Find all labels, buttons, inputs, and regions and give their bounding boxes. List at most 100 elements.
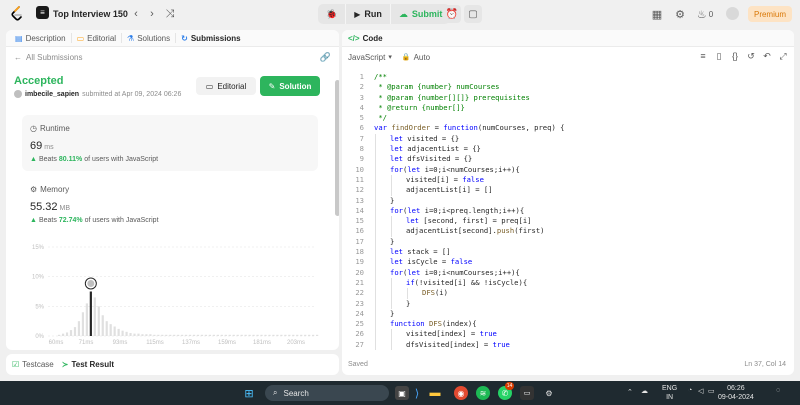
vscode-icon[interactable]: ⟩	[410, 386, 424, 400]
language-select[interactable]: JavaScript ▾	[348, 53, 392, 62]
volume-icon[interactable]: ◁	[698, 387, 703, 395]
distribution-bar	[308, 334, 311, 336]
cloud-icon[interactable]: ☁	[641, 387, 648, 395]
code-line[interactable]: 21 if(!visited[i] && !isCycle){	[342, 277, 794, 289]
code-line[interactable]: 26 visited[index] = true	[342, 329, 794, 340]
taskbar-search[interactable]: ⌕ Search	[265, 385, 389, 401]
bookmark-icon[interactable]: ▯	[712, 49, 726, 63]
language-indicator[interactable]: ENG IN	[662, 384, 677, 402]
x-tick-label: 60ms	[49, 340, 64, 345]
beats-prefix: Beats	[38, 217, 57, 224]
indent-guide	[391, 288, 392, 299]
author-name[interactable]: imbecile_sapien	[25, 91, 79, 98]
code-line[interactable]: 20 for(let i=0;i<numCourses;i++){	[342, 267, 794, 278]
premium-button[interactable]: Premium	[748, 6, 792, 22]
line-number: 19	[355, 257, 364, 267]
tab-description[interactable]: ▤ Description	[10, 34, 71, 43]
code-line[interactable]: 13}	[342, 195, 794, 206]
indent-guide	[375, 288, 376, 299]
code-line[interactable]: 15 let [second, first] = preq[i]	[342, 216, 794, 227]
braces-icon[interactable]: {}	[728, 49, 742, 63]
streak-counter[interactable]: ♨ 0	[694, 6, 716, 22]
code-line[interactable]: 3 * @param {number[][]} prerequisites	[342, 93, 794, 103]
reset-icon[interactable]: ↺	[744, 49, 758, 63]
tab-editorial[interactable]: ▭ Editorial	[72, 34, 121, 43]
code-line[interactable]: 1 /**	[342, 72, 794, 82]
tab-submissions[interactable]: ↻ Submissions	[176, 34, 246, 43]
distribution-bar	[69, 330, 73, 336]
notes-button[interactable]: ▢	[464, 5, 482, 23]
code-line[interactable]: 22 DFS(i)	[342, 288, 794, 299]
settings-gear-icon[interactable]: ⚙	[672, 6, 688, 22]
share-link-icon[interactable]: 🔗	[320, 52, 331, 63]
code-line[interactable]: 10 for(let i=0;i<numCourses;i++){	[342, 164, 794, 175]
cloud-upload-icon: ☁	[398, 8, 408, 19]
code-line[interactable]: 14 for(let i=0;i<preq.length;i++){	[342, 205, 794, 217]
reset-code-icon[interactable]: ↶	[760, 49, 774, 63]
solution-button[interactable]: ✎ Solution	[260, 76, 320, 96]
beats-icon: ▲	[30, 156, 37, 163]
code-line[interactable]: 27 dfsVisited[index] = true	[342, 339, 794, 351]
code-line[interactable]: 17}	[342, 236, 794, 248]
windows-start-icon[interactable]: ⊞	[242, 386, 256, 400]
code-line[interactable]: 8 let adjacentList = {}	[342, 144, 794, 155]
code-line[interactable]: 23}	[342, 298, 794, 309]
code-line[interactable]: 5 */	[342, 113, 794, 123]
beats-suffix: of users with JavaScript	[84, 156, 159, 163]
code-line[interactable]: 16 adjacentList[second].push(first)	[342, 226, 794, 237]
code-line[interactable]: 9 let dfsVisited = {}	[342, 154, 794, 165]
leetcode-logo-icon[interactable]	[10, 6, 24, 22]
auto-mode-toggle[interactable]: 🔒 Auto	[402, 53, 430, 62]
all-submissions-link[interactable]: ← All Submissions	[14, 53, 82, 62]
terminal-app-icon[interactable]: ▭	[520, 386, 534, 400]
editorial-button[interactable]: ▭ Editorial	[196, 77, 256, 95]
run-button[interactable]: ▶ Run	[346, 4, 390, 24]
wifi-icon[interactable]: ◔	[688, 387, 692, 394]
timer-button[interactable]: ⏰	[443, 5, 461, 23]
code-editor[interactable]: 1/** 2 * @param {number} numCourses 3 * @p…	[342, 72, 794, 351]
code-line[interactable]: 12 adjacentList[i] = []	[342, 185, 794, 196]
tab-testcase[interactable]: ☑ Testcase	[12, 360, 54, 369]
tab-test-result[interactable]: ≻ Test Result	[62, 360, 114, 369]
notifications-icon[interactable]: ◌	[776, 387, 780, 394]
tab-label: Editorial	[87, 33, 117, 43]
beats-value: 80.11%	[58, 156, 83, 163]
format-lines-icon[interactable]: ≡	[696, 49, 710, 63]
distribution-bar	[228, 334, 231, 336]
chevron-left-icon[interactable]: ‹	[128, 6, 144, 22]
chrome-icon[interactable]: ◉	[454, 386, 468, 400]
layout-grid-icon[interactable]: ▦	[649, 6, 665, 22]
fullscreen-icon[interactable]: ⤢	[776, 49, 790, 63]
code-line[interactable]: 24}	[342, 308, 794, 320]
spotify-icon[interactable]: ≋	[476, 386, 490, 400]
code-line[interactable]: 25 function DFS(index){	[342, 319, 794, 330]
code-line[interactable]: 6 var findOrder = function(numCourses, pr…	[342, 123, 794, 133]
shuffle-icon[interactable]: ⤨	[162, 6, 178, 22]
settings-app-icon[interactable]: ⚙	[542, 386, 556, 400]
line-number: 5	[359, 113, 364, 123]
chevron-up-icon[interactable]: ⌃	[627, 388, 633, 396]
chevron-down-icon: ▾	[388, 54, 392, 61]
file-explorer-icon[interactable]: ▬	[428, 386, 442, 400]
task-view-icon[interactable]: ▣	[395, 386, 409, 400]
code-line[interactable]: 7 let visited = {}	[342, 133, 794, 145]
code-line[interactable]: 4 * @return {number[]}	[342, 103, 794, 113]
submit-button[interactable]: ☁ Submit	[391, 4, 451, 24]
x-tick-label: 71ms	[79, 340, 94, 345]
runtime-card[interactable]: ◷ Runtime 69 ms ▲ Beats 80.11% of users with …	[22, 115, 318, 171]
code-line[interactable]: 19 let isCycle = false	[342, 257, 794, 268]
code-line[interactable]: 18 let stack = []	[342, 247, 794, 258]
tab-solutions[interactable]: ⚗ Solutions	[122, 34, 175, 43]
code-line[interactable]: 2 * @param {number} numCourses	[342, 82, 794, 92]
runtime-distribution-chart[interactable]: 15% 10% 5% 0% 60ms 71ms 93ms 115ms 137ms 159ms 181…	[20, 241, 320, 345]
problem-list-icon[interactable]: ≡	[36, 6, 49, 19]
distribution-bar	[81, 312, 85, 336]
debug-button[interactable]: 🐞	[318, 4, 345, 24]
left-panel-scrollbar[interactable]	[335, 80, 339, 216]
code-line[interactable]: 11 visited[i] = false	[342, 174, 794, 186]
battery-icon[interactable]: ▭	[708, 387, 715, 395]
user-avatar[interactable]	[726, 7, 739, 20]
problem-list-title[interactable]: Top Interview 150	[53, 9, 128, 19]
chevron-right-icon[interactable]: ›	[144, 6, 160, 22]
system-clock[interactable]: 06:26 09-04-2024	[718, 384, 754, 402]
